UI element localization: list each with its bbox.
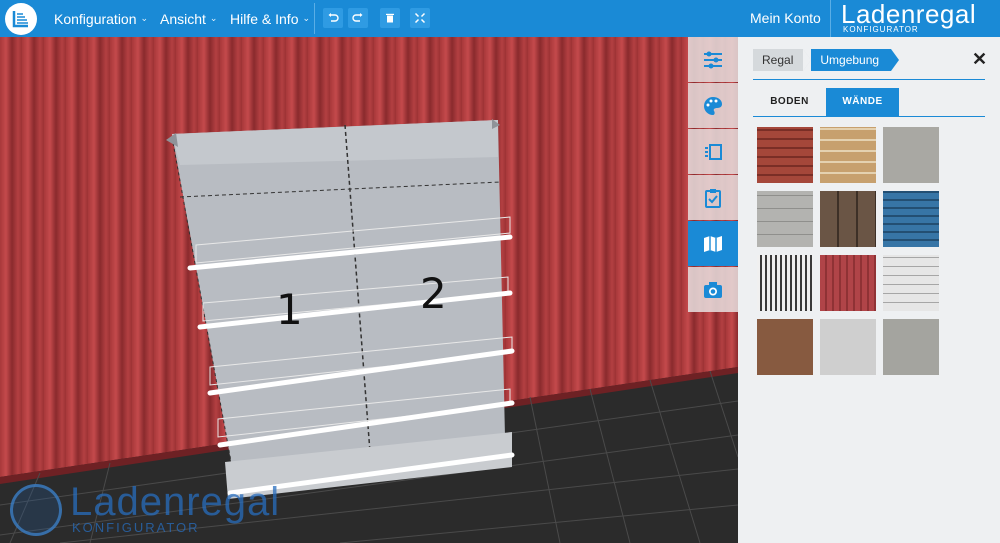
bay-label-2[interactable]: 2	[420, 269, 447, 318]
menu-ansicht[interactable]: Ansicht ⌄	[160, 0, 217, 37]
divider	[753, 79, 985, 80]
tab-boden[interactable]: BODEN	[753, 88, 826, 116]
swatch-red-brick[interactable]	[757, 127, 813, 183]
tab-waende[interactable]: WÄNDE	[826, 88, 899, 116]
clipboard-check-icon	[705, 188, 721, 208]
screenshot-button[interactable]	[688, 267, 738, 312]
swatch-sand-brick[interactable]	[820, 127, 876, 183]
app-logo-icon[interactable]	[5, 3, 37, 35]
breadcrumb-umgebung[interactable]: Umgebung	[803, 49, 899, 71]
fullscreen-button[interactable]	[410, 8, 430, 28]
swatch-white-bricks[interactable]	[883, 255, 939, 311]
undo-button[interactable]	[323, 8, 343, 28]
watermark-logo-icon	[10, 484, 62, 536]
bay-label-1[interactable]: 1	[276, 285, 303, 334]
brand-logo: Ladenregal KONFIGURATOR	[830, 0, 1000, 37]
breadcrumb: Regal Umgebung	[753, 49, 899, 71]
chevron-down-icon: ⌄	[302, 13, 311, 23]
swatch-grey-stone[interactable]	[883, 319, 939, 375]
undo-icon	[328, 13, 339, 22]
trash-icon	[386, 13, 394, 23]
close-icon[interactable]: ✕	[972, 49, 987, 70]
redo-icon	[352, 13, 363, 22]
redo-button[interactable]	[348, 8, 368, 28]
colors-button[interactable]	[688, 83, 738, 128]
3d-viewport[interactable]: 1 2 Ladenregal KONFIGURATOR	[0, 37, 738, 543]
menu-ansicht-label: Ansicht	[160, 10, 206, 27]
shelf-view-button[interactable]	[688, 129, 738, 174]
palette-icon	[704, 96, 722, 115]
account-link[interactable]: Mein Konto	[750, 0, 821, 37]
swatch-light-grey[interactable]	[820, 319, 876, 375]
swatch-blue-planks[interactable]	[883, 191, 939, 247]
menu-konfiguration-label: Konfiguration	[54, 10, 137, 27]
fullscreen-icon	[414, 12, 426, 24]
menu-hilfe-info-label: Hilfe & Info	[230, 10, 299, 27]
delete-button[interactable]	[380, 8, 400, 28]
top-bar: Konfiguration ⌄ Ansicht ⌄ Hilfe & Info ⌄…	[0, 0, 1000, 37]
material-tabs: BODEN WÄNDE	[753, 88, 899, 116]
camera-icon	[704, 281, 722, 298]
watermark-subtitle: KONFIGURATOR	[72, 520, 200, 535]
swatch-striped[interactable]	[757, 255, 813, 311]
chevron-down-icon: ⌄	[209, 13, 218, 23]
wall-texture-grid	[757, 127, 947, 375]
map-icon	[704, 235, 722, 252]
brand-subtitle: KONFIGURATOR	[843, 25, 919, 34]
swatch-brown-plain[interactable]	[757, 319, 813, 375]
menu-hilfe-info[interactable]: Hilfe & Info ⌄	[230, 0, 310, 37]
watermark-name: Ladenregal	[70, 480, 281, 524]
divider	[753, 116, 985, 117]
swatch-grey-blocks[interactable]	[757, 191, 813, 247]
environment-panel: Regal Umgebung ✕ BODEN WÄNDE	[738, 37, 1000, 543]
divider	[314, 3, 315, 34]
side-toolbar	[688, 37, 738, 312]
summary-button[interactable]	[688, 175, 738, 220]
swatch-grey-concrete[interactable]	[883, 127, 939, 183]
shelf-view-icon	[705, 143, 722, 160]
environment-button[interactable]	[688, 221, 738, 266]
settings-button[interactable]	[688, 37, 738, 82]
chevron-down-icon: ⌄	[140, 13, 149, 23]
breadcrumb-regal[interactable]: Regal	[753, 49, 812, 71]
shelf-model	[166, 119, 515, 499]
sliders-icon	[704, 51, 722, 68]
menu-konfiguration[interactable]: Konfiguration ⌄	[54, 0, 148, 37]
swatch-red-metal[interactable]	[820, 255, 876, 311]
swatch-dark-wood[interactable]	[820, 191, 876, 247]
